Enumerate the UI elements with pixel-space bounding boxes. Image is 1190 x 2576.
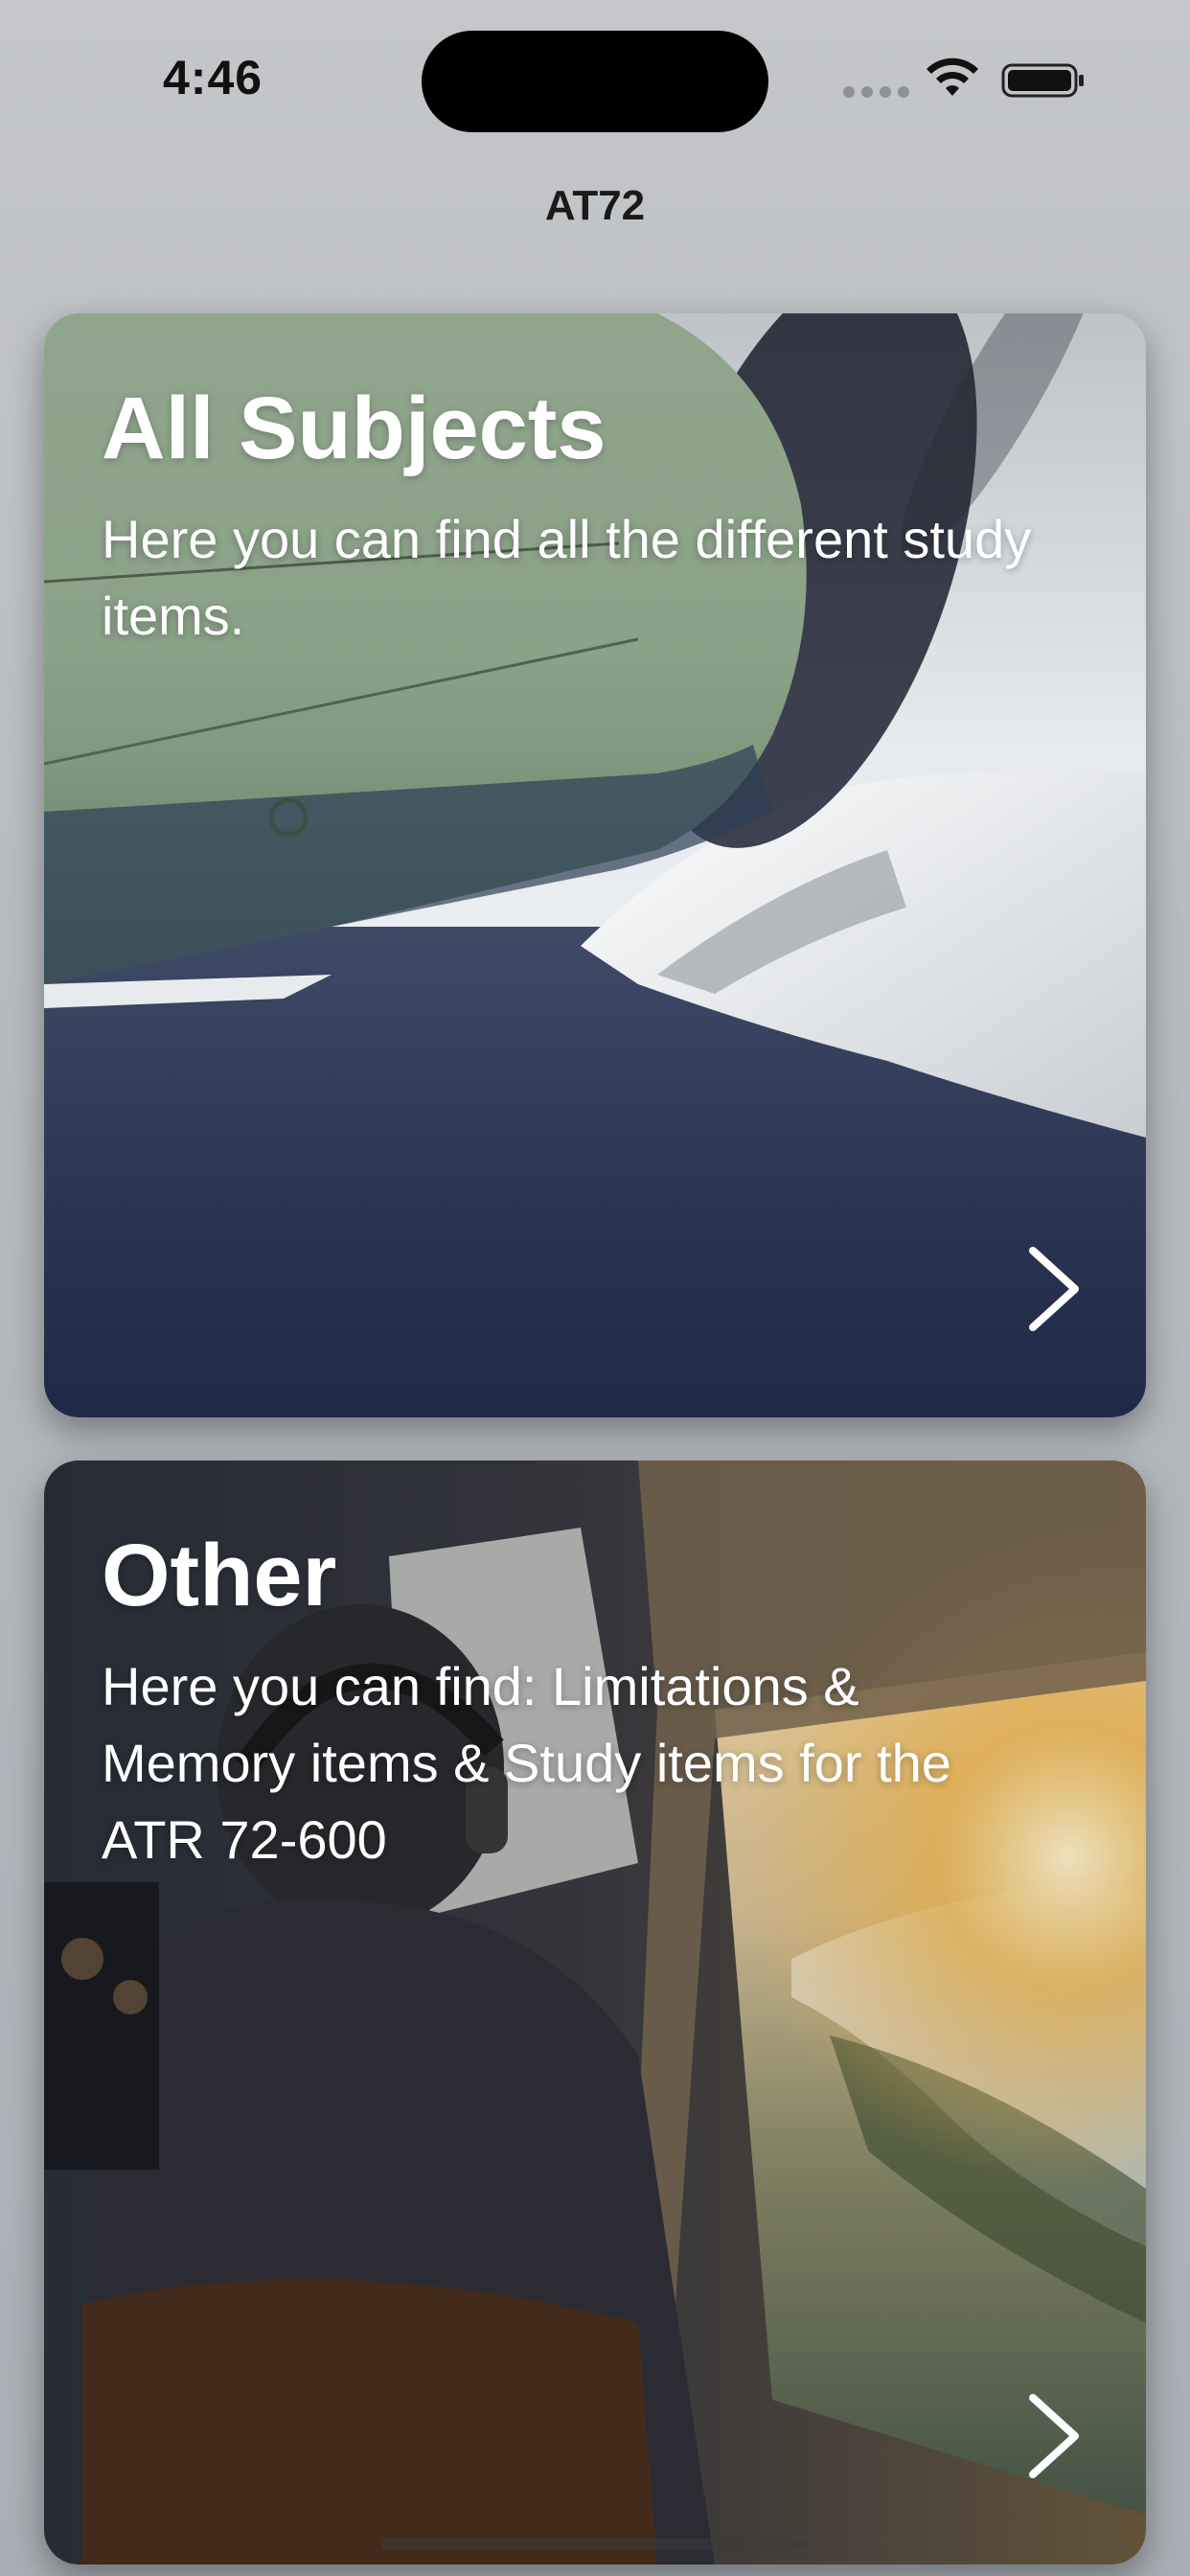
card-description: Here you can find all the different stud… xyxy=(102,509,1032,646)
other-card[interactable]: Other Here you can find: Limitations & M… xyxy=(44,1460,1146,2564)
battery-icon xyxy=(1001,63,1084,98)
status-bar: 4:46 xyxy=(0,0,1190,153)
dynamic-island xyxy=(422,31,768,132)
chevron-right-icon[interactable] xyxy=(1021,2390,1088,2482)
page-title: AT72 xyxy=(544,182,646,229)
home-indicator[interactable] xyxy=(381,2539,809,2550)
all-subjects-card[interactable]: All Subjects Here you can find all the d… xyxy=(44,313,1146,1417)
card-description: Here you can find: Limitations & Memory … xyxy=(102,1656,951,1870)
card-title: Other xyxy=(102,1527,337,1624)
chevron-right-icon[interactable] xyxy=(1021,1243,1088,1335)
wifi-icon xyxy=(927,58,978,96)
status-time: 4:46 xyxy=(163,51,263,104)
card-title: All Subjects xyxy=(102,380,606,477)
signal-dots-icon xyxy=(843,86,909,98)
